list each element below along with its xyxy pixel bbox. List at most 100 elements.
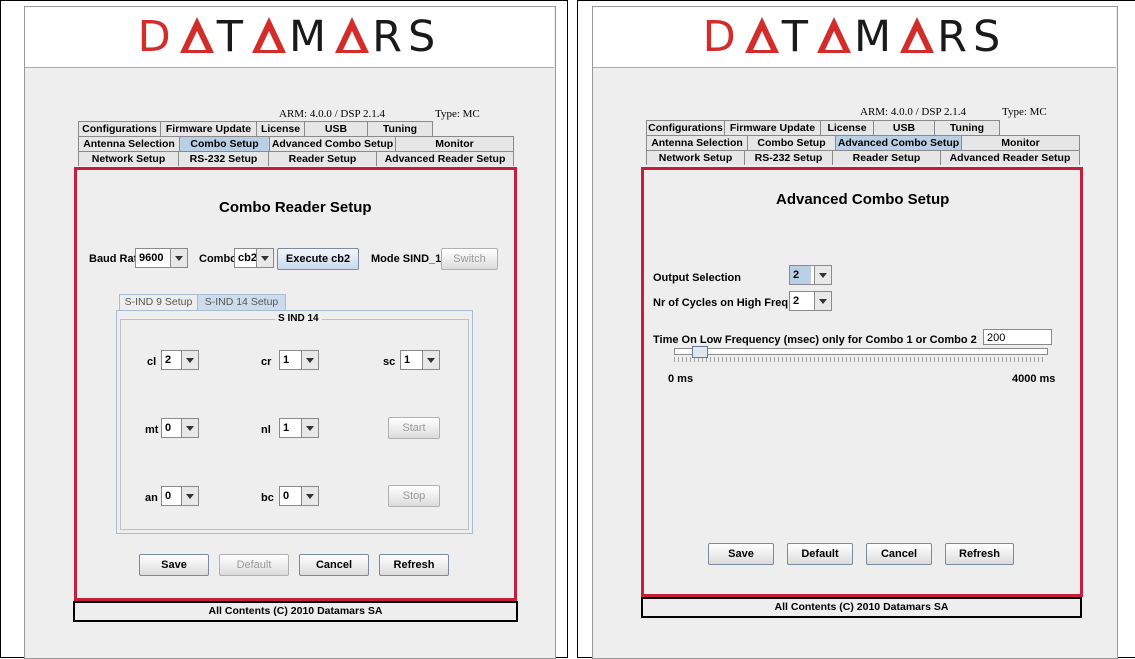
time-slider-track[interactable]	[674, 348, 1048, 355]
cr-value: 1	[283, 354, 290, 366]
right-tab-rs232-setup[interactable]: RS-232 Setup	[744, 150, 833, 165]
cl-value: 2	[165, 354, 172, 366]
left-tab-advanced-reader-setup[interactable]: Advanced Reader Setup	[376, 151, 514, 166]
left-tab-configurations[interactable]: Configurations	[78, 121, 161, 136]
chevron-down-icon[interactable]	[181, 487, 198, 505]
left-tab-firmware-update[interactable]: Firmware Update	[160, 121, 257, 136]
mt-select[interactable]: 0	[161, 418, 199, 438]
left-tab-network-setup[interactable]: Network Setup	[78, 151, 179, 166]
chevron-down-icon[interactable]	[422, 351, 439, 369]
chevron-down-icon[interactable]	[170, 249, 187, 267]
left-datamars-logo: D T M RS	[137, 12, 442, 62]
cancel-button[interactable]: Cancel	[866, 543, 932, 565]
bc-value: 0	[283, 490, 290, 502]
left-tab-antenna-selection[interactable]: Antenna Selection	[78, 136, 180, 151]
slider-max-label: 4000 ms	[1012, 373, 1056, 385]
right-tab-antenna-selection[interactable]: Antenna Selection	[646, 135, 748, 150]
right-page-title: Advanced Combo Setup	[776, 191, 950, 208]
sc-value: 1	[404, 354, 411, 366]
mode-label: Mode SIND_14	[371, 253, 448, 265]
sc-select[interactable]: 1	[400, 350, 440, 370]
default-button[interactable]: Default	[219, 554, 289, 576]
output-selection-label: Output Selection	[653, 272, 741, 284]
cancel-button[interactable]: Cancel	[299, 554, 369, 576]
switch-button[interactable]: Switch	[441, 248, 498, 270]
combo-label: Combo	[199, 253, 237, 265]
time-slider-ticks	[674, 357, 1046, 362]
nl-value: 1	[283, 422, 290, 434]
chevron-down-icon[interactable]	[301, 419, 318, 437]
chevron-down-icon[interactable]	[301, 487, 318, 505]
an-label: an	[145, 492, 158, 504]
chevron-down-icon[interactable]	[814, 266, 831, 284]
right-tab-configurations[interactable]: Configurations	[646, 120, 725, 135]
chevron-down-icon[interactable]	[814, 292, 831, 310]
left-footer: All Contents (C) 2010 Datamars SA	[73, 601, 518, 622]
left-tab-tuning[interactable]: Tuning	[367, 121, 433, 136]
right-tab-reader-setup[interactable]: Reader Setup	[832, 150, 941, 165]
right-tab-tuning[interactable]: Tuning	[934, 120, 1000, 135]
left-tab-rs232-setup[interactable]: RS-232 Setup	[178, 151, 269, 166]
left-tab-advanced-combo-setup[interactable]: Advanced Combo Setup	[269, 136, 396, 151]
left-tab-usb[interactable]: USB	[304, 121, 368, 136]
chevron-down-icon[interactable]	[181, 351, 198, 369]
start-button[interactable]: Start	[388, 417, 440, 439]
right-tab-combo-setup[interactable]: Combo Setup	[747, 135, 836, 150]
stop-button[interactable]: Stop	[388, 485, 440, 507]
right-version-label: ARM: 4.0.0 / DSP 2.1.4	[860, 106, 966, 118]
an-value: 0	[165, 490, 172, 502]
right-datamars-logo: D T M RS	[702, 12, 1007, 62]
an-select[interactable]: 0	[161, 486, 199, 506]
right-tab-network-setup[interactable]: Network Setup	[646, 150, 745, 165]
right-tab-advanced-combo-setup[interactable]: Advanced Combo Setup	[835, 135, 962, 150]
left-tab-license[interactable]: License	[256, 121, 305, 136]
bc-label: bc	[261, 492, 274, 504]
left-tab-reader-setup[interactable]: Reader Setup	[268, 151, 377, 166]
baud-rate-value: 9600	[139, 252, 164, 264]
tab-s-ind-14-setup[interactable]: S-IND 14 Setup	[197, 294, 286, 310]
sc-label: sc	[383, 356, 396, 368]
refresh-button[interactable]: Refresh	[945, 543, 1014, 565]
chevron-down-icon[interactable]	[301, 351, 318, 369]
right-tab-license[interactable]: License	[820, 120, 874, 135]
cr-select[interactable]: 1	[279, 350, 319, 370]
mt-value: 0	[165, 422, 172, 434]
left-tab-monitor[interactable]: Monitor	[395, 136, 514, 151]
save-button[interactable]: Save	[708, 543, 774, 565]
save-button[interactable]: Save	[139, 554, 209, 576]
right-tab-advanced-reader-setup[interactable]: Advanced Reader Setup	[940, 150, 1080, 165]
left-tab-combo-setup[interactable]: Combo Setup	[179, 136, 270, 151]
time-low-frequency-input[interactable]: 200	[983, 329, 1052, 345]
right-tab-firmware-update[interactable]: Firmware Update	[724, 120, 821, 135]
right-tab-monitor[interactable]: Monitor	[961, 135, 1080, 150]
combo-select[interactable]: cb2	[234, 248, 274, 268]
output-selection-select[interactable]: 2	[789, 265, 832, 285]
chevron-down-icon[interactable]	[256, 249, 273, 267]
slider-min-label: 0 ms	[668, 373, 694, 385]
nl-select[interactable]: 1	[279, 418, 319, 438]
left-version-label: ARM: 4.0.0 / DSP 2.1.4	[279, 108, 385, 120]
refresh-button[interactable]: Refresh	[379, 554, 449, 576]
output-selection-value: 2	[790, 266, 811, 284]
execute-button[interactable]: Execute cb2	[277, 248, 359, 270]
right-tab-usb[interactable]: USB	[873, 120, 935, 135]
right-footer: All Contents (C) 2010 Datamars SA	[641, 597, 1082, 618]
cycles-label: Nr of Cycles on High Freq	[653, 297, 789, 309]
chevron-down-icon[interactable]	[181, 419, 198, 437]
cycles-value: 2	[793, 295, 800, 307]
cycles-select[interactable]: 2	[789, 291, 832, 311]
mt-label: mt	[145, 424, 159, 436]
cl-label: cl	[147, 356, 157, 368]
nl-label: nl	[261, 424, 271, 436]
bc-select[interactable]: 0	[279, 486, 319, 506]
combo-value: cb2	[238, 252, 257, 264]
left-type-label: Type: MC	[435, 108, 480, 120]
right-type-label: Type: MC	[1002, 106, 1047, 118]
time-slider-thumb[interactable]	[691, 346, 708, 358]
left-page-title: Combo Reader Setup	[219, 199, 372, 216]
baud-rate-select[interactable]: 9600	[135, 248, 188, 268]
tab-s-ind-9-setup[interactable]: S-IND 9 Setup	[119, 294, 198, 310]
default-button[interactable]: Default	[787, 543, 853, 565]
cl-select[interactable]: 2	[161, 350, 199, 370]
group-title: S IND 14	[275, 313, 322, 324]
